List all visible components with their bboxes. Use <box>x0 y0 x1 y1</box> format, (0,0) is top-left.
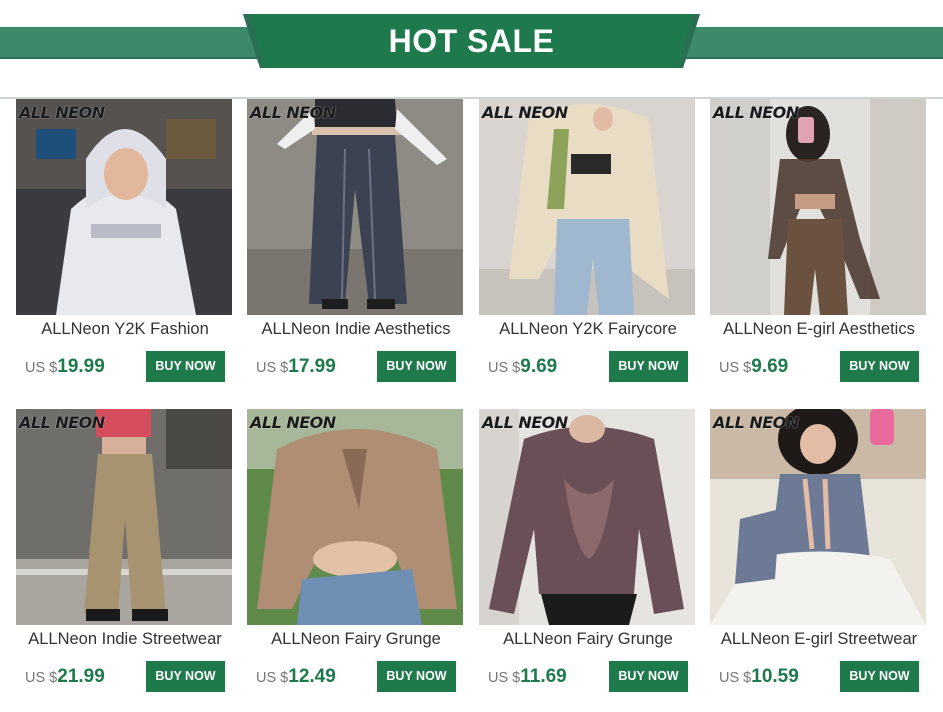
buy-now-button[interactable]: BUY NOW <box>840 351 919 382</box>
brand-watermark: ALL NEON <box>482 413 568 432</box>
buy-now-button[interactable]: BUY NOW <box>609 661 688 692</box>
product-price: US $9.69 <box>719 356 788 378</box>
price-currency: US $ <box>256 360 289 376</box>
product-card[interactable]: ALL NEON ALLNeon Y2K Fairycore US $9.69 … <box>479 99 697 389</box>
product-photo[interactable]: ALL NEON <box>247 99 463 315</box>
product-name[interactable]: ALLNeon E-girl Aesthetics <box>704 320 934 339</box>
product-card[interactable]: ALL NEON ALLNeon Fairy Grunge US $11.69 … <box>479 409 697 699</box>
brand-watermark: ALL NEON <box>250 413 336 432</box>
price-currency: US $ <box>488 670 521 686</box>
price-currency: US $ <box>25 670 58 686</box>
price-currency: US $ <box>719 360 752 376</box>
buy-now-button[interactable]: BUY NOW <box>146 661 225 692</box>
product-name[interactable]: ALLNeon Fairy Grunge <box>241 630 471 649</box>
buy-now-button[interactable]: BUY NOW <box>609 351 688 382</box>
product-price: US $21.99 <box>25 666 105 688</box>
product-photo[interactable]: ALL NEON <box>710 409 926 625</box>
product-card[interactable]: ALL NEON ALLNeon E-girl Streetwear US $1… <box>710 409 928 699</box>
product-price: US $11.69 <box>488 666 567 688</box>
buy-now-button[interactable]: BUY NOW <box>146 351 225 382</box>
banner-ribbon: HOT SALE <box>243 14 700 68</box>
product-price: US $19.99 <box>25 356 105 378</box>
product-name[interactable]: ALLNeon Y2K Fairycore <box>473 320 703 339</box>
brand-watermark: ALL NEON <box>19 103 105 122</box>
product-name[interactable]: ALLNeon Fairy Grunge <box>473 630 703 649</box>
price-currency: US $ <box>488 360 521 376</box>
product-card[interactable]: ALL NEON ALLNeon Indie Aesthetics US $17… <box>247 99 465 389</box>
price-amount: 9.69 <box>751 356 789 377</box>
banner-title: HOT SALE <box>388 23 555 59</box>
price-amount: 19.99 <box>57 356 105 377</box>
product-card[interactable]: ALL NEON ALLNeon Y2K Fashion US $19.99 B… <box>16 99 234 389</box>
product-price: US $12.49 <box>256 666 336 688</box>
product-name[interactable]: ALLNeon E-girl Streetwear <box>704 630 934 649</box>
price-amount: 9.69 <box>520 356 558 377</box>
product-price: US $9.69 <box>488 356 557 378</box>
brand-watermark: ALL NEON <box>713 103 799 122</box>
brand-watermark: ALL NEON <box>250 103 336 122</box>
product-photo[interactable]: ALL NEON <box>16 99 232 315</box>
product-photo[interactable]: ALL NEON <box>479 99 695 315</box>
product-price: US $17.99 <box>256 356 336 378</box>
product-name[interactable]: ALLNeon Indie Streetwear <box>10 630 240 649</box>
price-amount: 10.59 <box>751 666 799 687</box>
buy-now-button[interactable]: BUY NOW <box>840 661 919 692</box>
product-photo[interactable]: ALL NEON <box>16 409 232 625</box>
product-photo[interactable]: ALL NEON <box>710 99 926 315</box>
price-currency: US $ <box>25 360 58 376</box>
price-amount: 12.49 <box>288 666 336 687</box>
price-amount: 11.69 <box>520 666 567 687</box>
product-price: US $10.59 <box>719 666 799 688</box>
price-currency: US $ <box>256 670 289 686</box>
brand-watermark: ALL NEON <box>713 413 799 432</box>
product-photo[interactable]: ALL NEON <box>247 409 463 625</box>
product-name[interactable]: ALLNeon Indie Aesthetics <box>241 320 471 339</box>
brand-watermark: ALL NEON <box>482 103 568 122</box>
product-card[interactable]: ALL NEON ALLNeon Fairy Grunge US $12.49 … <box>247 409 465 699</box>
price-amount: 17.99 <box>288 356 336 377</box>
price-currency: US $ <box>719 670 752 686</box>
product-photo[interactable]: ALL NEON <box>479 409 695 625</box>
product-card[interactable]: ALL NEON ALLNeon Indie Streetwear US $21… <box>16 409 234 699</box>
product-card[interactable]: ALL NEON ALLNeon E-girl Aesthetics US $9… <box>710 99 928 389</box>
product-name[interactable]: ALLNeon Y2K Fashion <box>10 320 240 339</box>
hot-sale-banner: HOT SALE <box>0 0 943 99</box>
buy-now-button[interactable]: BUY NOW <box>377 351 456 382</box>
price-amount: 21.99 <box>57 666 105 687</box>
buy-now-button[interactable]: BUY NOW <box>377 661 456 692</box>
brand-watermark: ALL NEON <box>19 413 105 432</box>
